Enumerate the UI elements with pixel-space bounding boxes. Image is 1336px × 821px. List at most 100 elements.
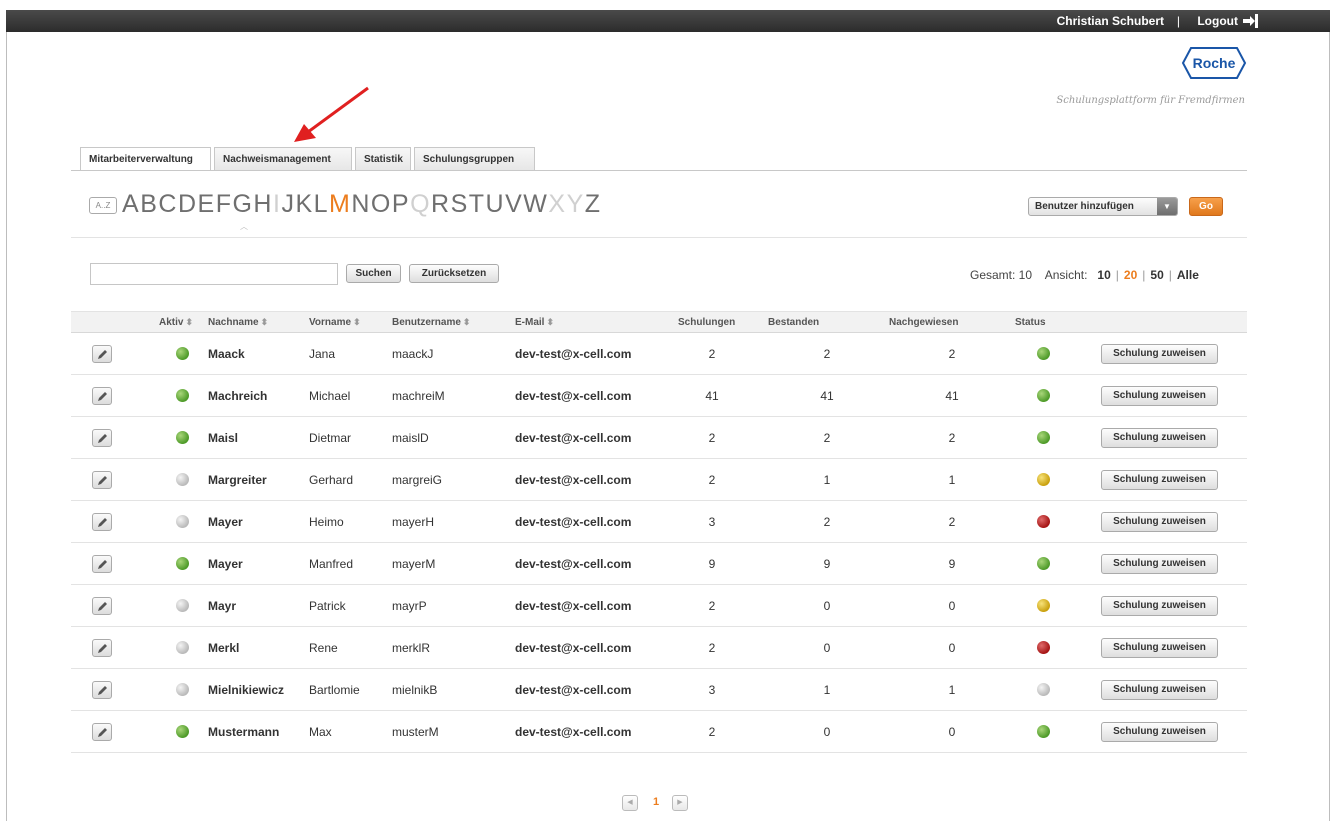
search-button[interactable]: Suchen [346, 264, 401, 283]
edit-button[interactable] [92, 429, 112, 447]
letter-e[interactable]: E [198, 190, 216, 218]
assign-training-button[interactable]: Schulung zuweisen [1101, 386, 1218, 406]
edit-button[interactable] [92, 471, 112, 489]
reset-button[interactable]: Zurücksetzen [409, 264, 499, 283]
page-size-50[interactable]: 50 [1150, 268, 1163, 282]
assign-training-button[interactable]: Schulung zuweisen [1101, 722, 1218, 742]
table-row: Mayr Patrick mayrP dev-test@x-cell.com 2 0 0 Sc… [71, 585, 1247, 627]
cell-benutzername: musterM [392, 725, 439, 739]
edit-button[interactable] [92, 681, 112, 699]
cell-benutzername: mayerM [392, 557, 436, 571]
edit-button[interactable] [92, 555, 112, 573]
active-indicator [176, 389, 189, 402]
assign-training-button[interactable]: Schulung zuweisen [1101, 554, 1218, 574]
edit-button[interactable] [92, 387, 112, 405]
letter-w[interactable]: W [523, 190, 548, 218]
cell-benutzername: maislD [392, 431, 429, 445]
assign-training-button[interactable]: Schulung zuweisen [1101, 638, 1218, 658]
cell-vorname: Heimo [309, 515, 344, 529]
status-indicator [1037, 641, 1050, 654]
cell-vorname: Bartlomie [309, 683, 360, 697]
user-action-select[interactable]: Benutzer hinzufügen ▼ [1028, 197, 1178, 216]
col-benutzername-label: Benutzername [392, 317, 461, 328]
cell-schulungen: 3 [708, 683, 716, 697]
status-indicator [1037, 515, 1050, 528]
page-size-10[interactable]: 10 [1097, 268, 1110, 282]
assign-training-button[interactable]: Schulung zuweisen [1101, 428, 1218, 448]
sort-icon: ⬍ [185, 317, 193, 327]
cell-vorname: Michael [309, 389, 351, 403]
letter-z[interactable]: Z [585, 190, 601, 218]
col-nachname[interactable]: Nachname ⬍ [208, 317, 268, 328]
logout-link[interactable]: Logout [1197, 14, 1238, 28]
edit-button[interactable] [92, 513, 112, 531]
current-page[interactable]: 1 [653, 796, 659, 808]
edit-button[interactable] [92, 345, 112, 363]
cell-nachgewiesen: 1 [948, 683, 956, 697]
tab-statistik[interactable]: Statistik [355, 147, 411, 171]
letter-a[interactable]: A [122, 190, 140, 218]
letter-p[interactable]: P [392, 190, 410, 218]
letter-v[interactable]: V [505, 190, 523, 218]
next-page-icon[interactable]: ▶ [672, 795, 688, 811]
page-size-20[interactable]: 20 [1124, 268, 1137, 282]
cell-benutzername: mayrP [392, 599, 427, 613]
col-email[interactable]: E-Mail ⬍ [515, 317, 554, 328]
letter-o[interactable]: O [371, 190, 391, 218]
edit-button[interactable] [92, 723, 112, 741]
letter-l[interactable]: L [314, 190, 329, 218]
active-indicator [176, 431, 189, 444]
active-indicator [176, 473, 189, 486]
search-input[interactable] [90, 263, 338, 285]
pencil-icon [98, 392, 107, 401]
letter-c[interactable]: C [158, 190, 177, 218]
letter-u[interactable]: U [486, 190, 505, 218]
go-button[interactable]: Go [1189, 197, 1223, 216]
az-filter-icon[interactable]: A..Z [89, 197, 117, 214]
letter-h[interactable]: H [253, 190, 272, 218]
letter-q: Q [410, 190, 431, 218]
edit-button[interactable] [92, 639, 112, 657]
assign-training-button[interactable]: Schulung zuweisen [1101, 596, 1218, 616]
assign-training-button[interactable]: Schulung zuweisen [1101, 470, 1218, 490]
letter-k[interactable]: K [295, 190, 313, 218]
page-size-all[interactable]: Alle [1177, 268, 1199, 282]
cell-vorname: Gerhard [309, 473, 354, 487]
letter-s[interactable]: S [451, 190, 469, 218]
cell-bestanden: 0 [823, 599, 831, 613]
tab-mitarbeiterverwaltung[interactable]: Mitarbeiterverwaltung [80, 147, 211, 172]
table-row: Maack Jana maackJ dev-test@x-cell.com 2 2 2 Sch… [71, 333, 1247, 375]
col-benutzername[interactable]: Benutzername ⬍ [392, 317, 470, 328]
letter-j[interactable]: J [281, 190, 295, 218]
col-aktiv[interactable]: Aktiv ⬍ [159, 317, 193, 328]
logout-arrow-icon[interactable] [1242, 13, 1258, 29]
pager-separator: | [1142, 268, 1146, 282]
tab-nachweismanagement[interactable]: Nachweismanagement [214, 147, 352, 171]
tab-schulungsgruppen[interactable]: Schulungsgruppen [414, 147, 535, 171]
letter-d[interactable]: D [178, 190, 197, 218]
cell-email: dev-test@x-cell.com [515, 557, 632, 571]
active-indicator [176, 515, 189, 528]
chevron-down-icon[interactable]: ▼ [1157, 198, 1177, 215]
col-email-label: E-Mail [515, 317, 545, 328]
col-vorname[interactable]: Vorname ⬍ [309, 317, 361, 328]
table-row: Mayer Heimo mayerH dev-test@x-cell.com 3 2 2 Sc… [71, 501, 1247, 543]
cell-nachname: Mayer [208, 557, 243, 571]
edit-button[interactable] [92, 597, 112, 615]
letter-f[interactable]: F [216, 190, 232, 218]
prev-page-icon[interactable]: ◀ [622, 795, 638, 811]
letter-b[interactable]: B [140, 190, 158, 218]
col-nachgewiesen: Nachgewiesen [889, 317, 959, 328]
assign-training-button[interactable]: Schulung zuweisen [1101, 512, 1218, 532]
assign-training-button[interactable]: Schulung zuweisen [1101, 344, 1218, 364]
col-vorname-label: Vorname [309, 317, 352, 328]
cell-nachname: Mayer [208, 515, 243, 529]
letter-m[interactable]: M [329, 190, 351, 218]
letter-n[interactable]: N [351, 190, 370, 218]
letter-g[interactable]: G [232, 190, 252, 218]
active-indicator [176, 683, 189, 696]
letter-r[interactable]: R [431, 190, 450, 218]
letter-t[interactable]: T [469, 190, 485, 218]
pencil-icon [98, 434, 107, 443]
assign-training-button[interactable]: Schulung zuweisen [1101, 680, 1218, 700]
